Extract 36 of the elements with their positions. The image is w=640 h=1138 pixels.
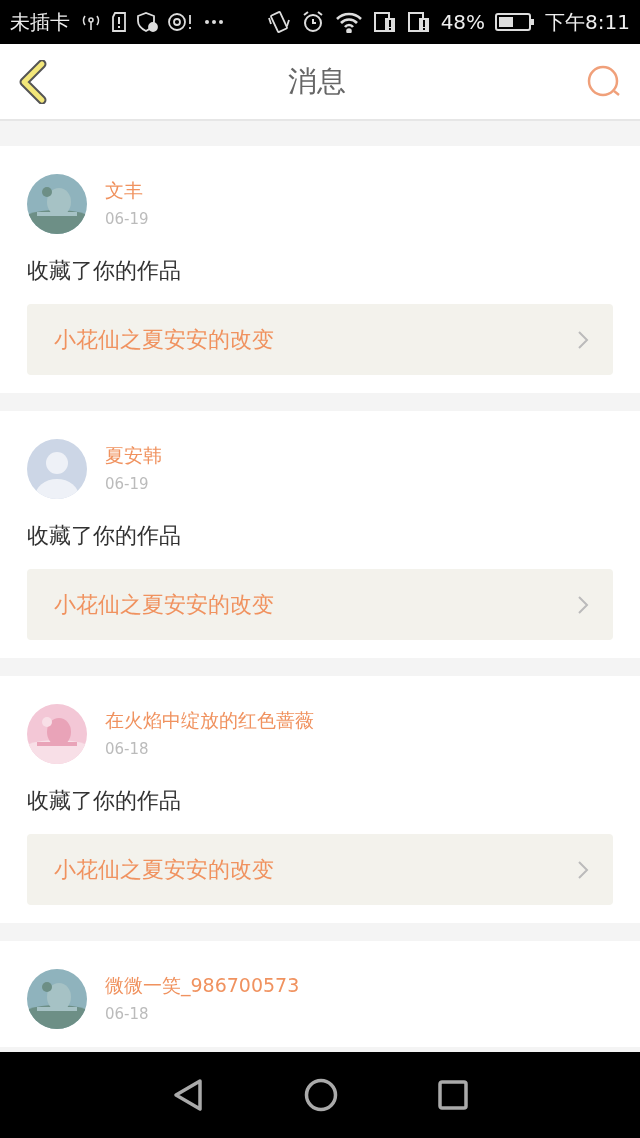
sim-alert-icon bbox=[406, 10, 431, 34]
sd-card-icon bbox=[112, 12, 126, 32]
hotspot-icon bbox=[80, 13, 102, 31]
user-name: 夏安韩 bbox=[105, 443, 162, 468]
home-nav-button[interactable] bbox=[304, 1078, 338, 1112]
message-date: 06-18 bbox=[105, 1005, 150, 1023]
default-avatar-icon bbox=[27, 439, 87, 499]
user-name: 在火焰中绽放的红色蔷薇 bbox=[105, 708, 314, 733]
recents-nav-button[interactable] bbox=[438, 1080, 468, 1110]
chevron-right-icon bbox=[577, 329, 589, 350]
back-button[interactable] bbox=[18, 59, 48, 104]
message-date: 06-18 bbox=[105, 740, 150, 758]
message-date: 06-19 bbox=[105, 210, 149, 228]
work-link[interactable]: 小花仙之夏安安的改变 bbox=[27, 569, 613, 640]
chevron-right-icon bbox=[577, 859, 589, 880]
more-icon bbox=[204, 19, 224, 25]
vibrate-icon bbox=[266, 10, 291, 34]
user-name: 微微一笑_986700573 bbox=[105, 973, 300, 999]
message-date: 06-19 bbox=[105, 475, 150, 493]
sim-alert-icon bbox=[372, 10, 397, 34]
battery-icon bbox=[495, 12, 536, 32]
work-link[interactable]: 小花仙之夏安安的改变 bbox=[27, 304, 613, 375]
page-title: 消息 bbox=[288, 62, 346, 100]
user-name: 文丰 bbox=[105, 178, 144, 203]
work-link[interactable]: 小花仙之夏安安的改变 bbox=[27, 834, 613, 905]
carrier-text: 未插卡 bbox=[10, 8, 70, 36]
back-nav-button[interactable] bbox=[172, 1078, 204, 1112]
message-text: 收藏了你的作品 bbox=[27, 257, 182, 285]
message-text: 收藏了你的作品 bbox=[27, 787, 182, 815]
message-text: 收藏了你的作品 bbox=[27, 522, 182, 550]
wifi-icon bbox=[334, 11, 363, 33]
battery-percent: 48% bbox=[440, 10, 486, 34]
shield-alert-icon bbox=[136, 12, 158, 32]
chevron-right-icon bbox=[577, 594, 589, 615]
clock-text: 下午8:11 bbox=[545, 8, 630, 36]
camera-alert-icon bbox=[168, 12, 194, 32]
